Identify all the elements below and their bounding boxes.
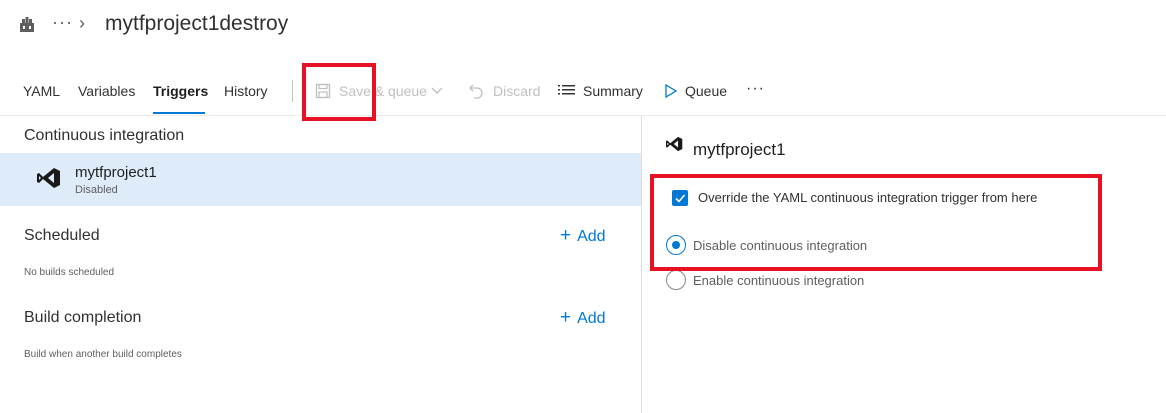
more-actions-button[interactable]: ···: [746, 80, 765, 98]
enable-ci-radio[interactable]: [666, 270, 686, 290]
summary-button[interactable]: Summary: [583, 83, 643, 99]
page-header: ··· › mytfproject1destroy: [0, 0, 1166, 56]
page-title: mytfproject1destroy: [105, 12, 289, 35]
discard-button[interactable]: Discard: [493, 83, 540, 99]
undo-icon: [468, 82, 484, 105]
queue-button[interactable]: Queue: [685, 83, 727, 99]
plus-icon: +: [560, 225, 572, 246]
enable-ci-label: Enable continuous integration: [693, 273, 865, 288]
panel-divider: [641, 116, 642, 413]
highlight-box-save: [302, 63, 376, 121]
breadcrumb-chevron-icon: ›: [79, 13, 85, 33]
ci-section-title: Continuous integration: [24, 127, 185, 144]
visual-studio-icon: [37, 167, 61, 194]
repo-status: Disabled: [75, 184, 118, 196]
pipeline-toolbar: YAML Variables Triggers History Save & q…: [0, 70, 1166, 116]
tab-yaml[interactable]: YAML: [23, 83, 60, 99]
triggers-list-panel: Continuous integration mytfproject1 Disa…: [0, 116, 641, 413]
visual-studio-icon: [666, 136, 683, 157]
active-tab-indicator: [153, 112, 205, 114]
list-icon: [558, 84, 575, 103]
highlight-box-override: [650, 174, 1102, 271]
tab-variables[interactable]: Variables: [78, 83, 135, 99]
play-icon: [664, 83, 678, 104]
detail-repo-title: mytfproject1: [693, 140, 786, 159]
project-logo-icon[interactable]: [18, 16, 36, 34]
scheduled-note: No builds scheduled: [24, 267, 115, 278]
add-schedule-button[interactable]: + Add: [560, 225, 606, 247]
ci-repo-row[interactable]: mytfproject1 Disabled: [0, 153, 641, 206]
chevron-down-icon[interactable]: [430, 84, 444, 103]
breadcrumb-more-button[interactable]: ···: [52, 12, 73, 33]
plus-icon: +: [560, 307, 572, 328]
build-completion-note: Build when another build completes: [24, 349, 182, 360]
scheduled-section-title: Scheduled: [24, 227, 100, 244]
repo-name: mytfproject1: [75, 164, 157, 181]
tab-triggers[interactable]: Triggers: [153, 83, 208, 99]
add-build-completion-button[interactable]: + Add: [560, 307, 606, 329]
build-completion-section-title: Build completion: [24, 309, 142, 326]
tab-history[interactable]: History: [224, 83, 268, 99]
toolbar-divider: [292, 80, 293, 102]
